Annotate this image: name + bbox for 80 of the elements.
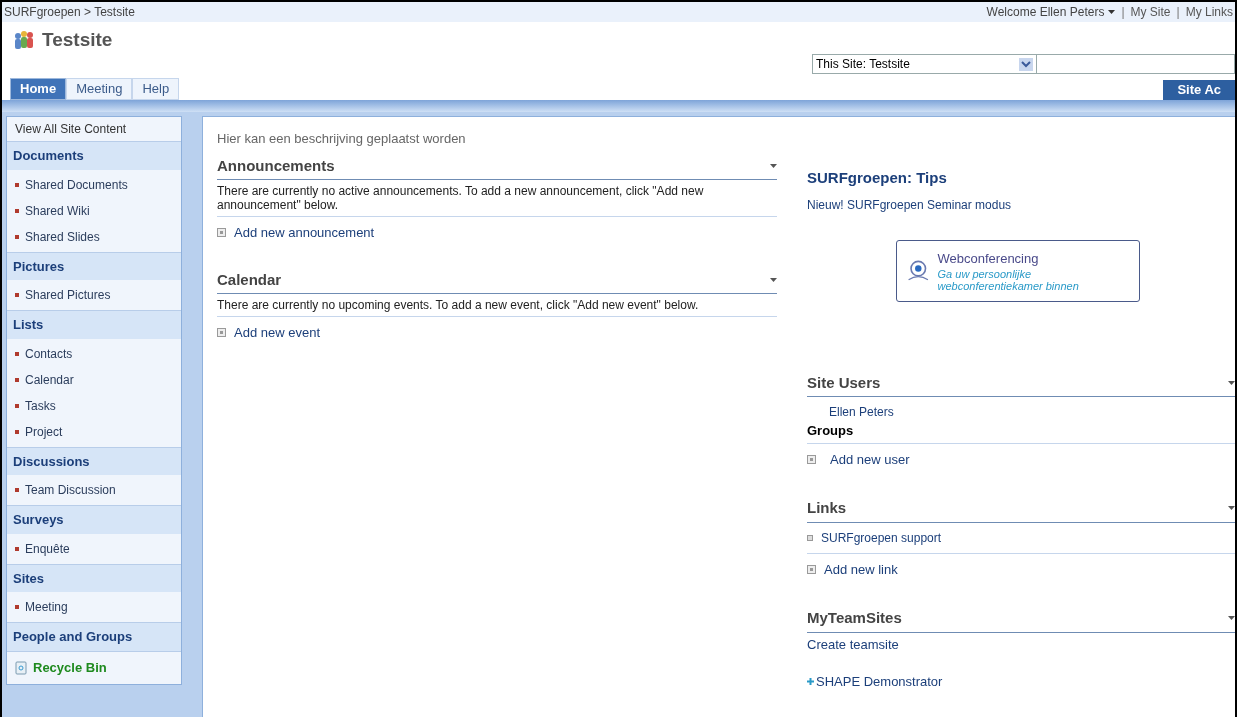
add-icon bbox=[217, 228, 226, 238]
chevron-down-icon bbox=[1019, 57, 1033, 71]
bullet-icon bbox=[15, 403, 19, 408]
bullet-icon bbox=[15, 182, 19, 187]
empty-message: There are currently no upcoming events. To add a new event, click "Add new event" below. bbox=[217, 294, 777, 317]
bullet-icon bbox=[15, 293, 19, 297]
webconferencing-banner[interactable]: Webconferencing Ga uw persoonlijke webconferentiekamer binnen bbox=[896, 239, 1140, 302]
sidebar-item[interactable]: Shared Slides bbox=[7, 223, 181, 250]
dropdown-arrow-icon[interactable] bbox=[770, 163, 777, 168]
web-part-title: Calendar bbox=[217, 269, 282, 290]
web-part-title: Links bbox=[807, 498, 847, 518]
nav-tab[interactable]: Home bbox=[10, 78, 67, 100]
dropdown-arrow-icon bbox=[1108, 10, 1116, 14]
user-link[interactable]: Ellen Peters bbox=[807, 403, 1235, 421]
empty-message: There are currently no active announcements. To add a new announcement, click "Add new announcement" below. bbox=[217, 180, 777, 217]
site-description: Hier kan een beschrijving geplaatst worden bbox=[217, 130, 467, 148]
sidebar-heading[interactable]: Surveys bbox=[7, 506, 181, 534]
dropdown-arrow-icon[interactable] bbox=[770, 277, 777, 282]
add-link[interactable]: Add new link bbox=[807, 559, 1235, 579]
web-part-title: Announcements bbox=[217, 155, 335, 176]
tips-title: SURFgroepen: Tips bbox=[807, 168, 948, 188]
create-teamsite-link[interactable]: Create teamsite bbox=[807, 634, 1235, 654]
sidebar-heading[interactable]: Documents bbox=[7, 142, 181, 170]
sidebar-item[interactable]: Team Discussion bbox=[7, 477, 181, 503]
sidebar-item[interactable]: Project bbox=[7, 418, 181, 445]
add-icon bbox=[807, 564, 816, 574]
bullet-icon bbox=[15, 429, 19, 434]
bullet-icon bbox=[15, 377, 19, 382]
plus-icon bbox=[807, 678, 814, 686]
bullet-icon bbox=[807, 534, 813, 541]
search-field[interactable] bbox=[1037, 54, 1235, 74]
add-link[interactable]: Add new event bbox=[217, 323, 777, 343]
tips-link[interactable]: Nieuw! SURFgroepen Seminar modus bbox=[807, 195, 1235, 214]
nav-tab[interactable]: Meeting bbox=[66, 78, 133, 100]
sidebar-heading[interactable]: Pictures bbox=[7, 252, 181, 280]
team-site-item[interactable]: SHAPE Demonstrator bbox=[807, 672, 1235, 692]
bullet-icon bbox=[15, 208, 19, 213]
banner-title: Webconferencing bbox=[937, 249, 1040, 268]
sidebar-item[interactable]: Contacts bbox=[7, 340, 181, 367]
recycle-bin-icon bbox=[15, 660, 27, 675]
breadcrumb[interactable]: SURFgroepen > Testsite bbox=[4, 3, 135, 21]
separator: | bbox=[1121, 4, 1125, 21]
sidebar-item[interactable]: Shared Documents bbox=[7, 171, 181, 198]
bullet-icon bbox=[15, 605, 19, 609]
nav-tab[interactable]: Help bbox=[132, 78, 180, 100]
web-part-title: Site Users bbox=[807, 372, 881, 393]
add-icon bbox=[807, 454, 816, 464]
sidebar-item[interactable]: Meeting bbox=[7, 594, 181, 620]
bullet-icon bbox=[15, 546, 19, 551]
sidebar-heading[interactable]: Discussions bbox=[7, 447, 181, 475]
add-icon bbox=[217, 328, 226, 338]
bullet-icon bbox=[15, 488, 19, 492]
sidebar-heading[interactable]: Lists bbox=[7, 311, 181, 339]
sidebar-item[interactable]: Shared Wiki bbox=[7, 197, 181, 224]
dropdown-arrow-icon[interactable] bbox=[1228, 616, 1235, 621]
sidebar-heading[interactable]: People and Groups bbox=[7, 623, 181, 651]
sidebar-heading[interactable]: Sites bbox=[7, 564, 181, 592]
welcome-menu[interactable]: Welcome Ellen Peters bbox=[986, 3, 1116, 21]
web-part-title: MyTeamSites bbox=[807, 608, 902, 628]
top-link[interactable]: My Site bbox=[1130, 3, 1171, 21]
sidebar-item[interactable]: Shared Pictures bbox=[7, 282, 181, 308]
search-scope-dropdown[interactable]: This Site: Testsite bbox=[812, 54, 1037, 74]
link-item[interactable]: SURFgroepen support bbox=[807, 522, 1235, 554]
banner-subtitle: Ga uw persoonlijke webconferentiekamer binnen bbox=[937, 268, 1080, 293]
bullet-icon bbox=[15, 351, 19, 356]
people-icon bbox=[12, 29, 36, 51]
dropdown-arrow-icon[interactable] bbox=[1228, 506, 1235, 511]
sidebar-item[interactable]: Calendar bbox=[7, 366, 181, 393]
dropdown-arrow-icon[interactable] bbox=[1228, 380, 1235, 385]
site-title[interactable]: Testsite bbox=[42, 25, 113, 55]
recycle-bin-link[interactable]: Recycle Bin bbox=[7, 651, 181, 684]
top-link[interactable]: My Links bbox=[1185, 3, 1233, 21]
add-link[interactable]: Add new user bbox=[807, 449, 1235, 469]
sidebar-item[interactable]: Enquête bbox=[7, 535, 181, 562]
add-link[interactable]: Add new announcement bbox=[217, 223, 777, 243]
site-actions-button[interactable]: Site Ac bbox=[1163, 80, 1235, 100]
groups-heading: Groups bbox=[807, 421, 1235, 444]
sidebar-item[interactable]: Tasks bbox=[7, 392, 181, 419]
bullet-icon bbox=[15, 234, 19, 239]
separator: | bbox=[1176, 4, 1180, 21]
